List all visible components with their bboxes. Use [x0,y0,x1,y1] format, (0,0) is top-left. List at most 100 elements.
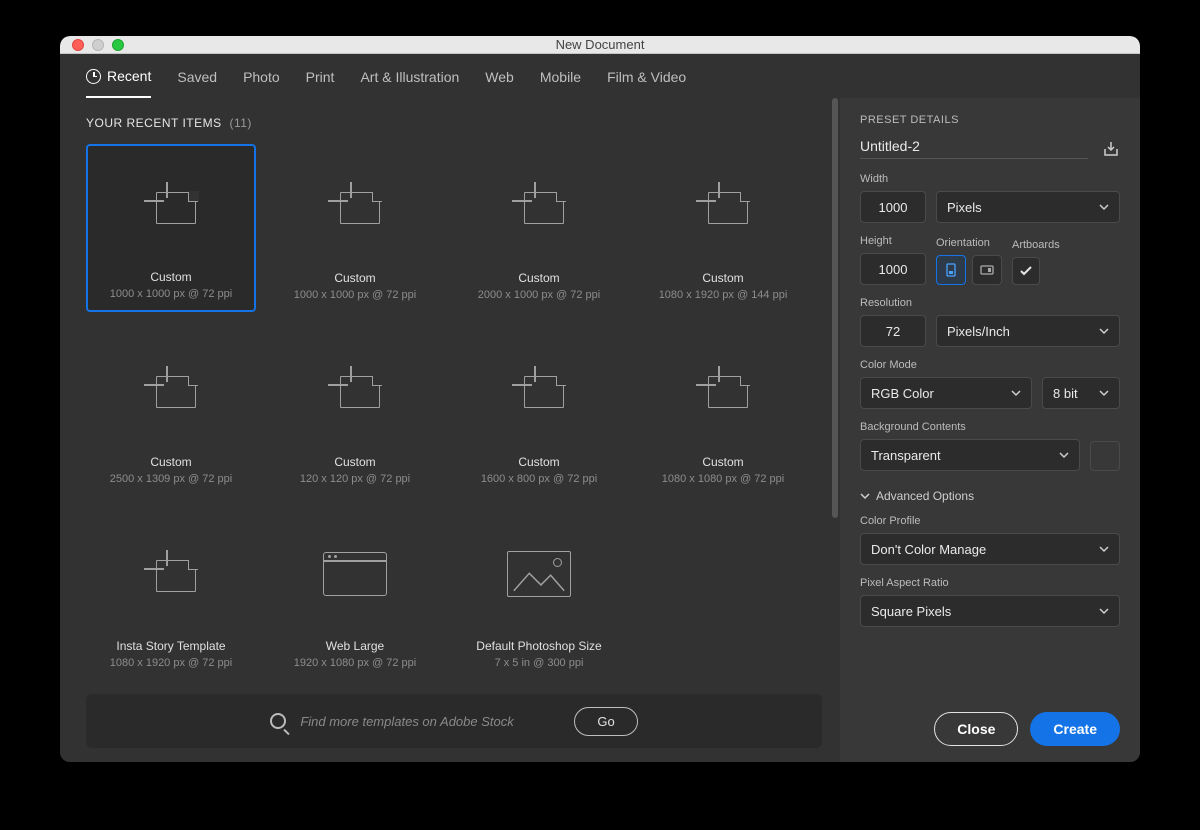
tab-label: Mobile [540,69,581,85]
new-document-window: New Document Recent Saved Photo Print Art & … [60,36,1140,762]
photo-icon [507,513,571,635]
tab-label: Film & Video [607,69,686,85]
preset-card-title: Custom [334,271,375,285]
width-label: Width [860,173,1120,185]
color-profile-select[interactable]: Don't Color Manage [860,533,1120,565]
tab-label: Saved [177,69,217,85]
chevron-down-icon [1011,388,1021,398]
preset-card-title: Custom [518,455,559,469]
preset-card-title: Custom [702,271,743,285]
preset-card[interactable]: Custom 1000 x 1000 px @ 72 ppi [270,144,440,312]
preset-card-title: Custom [518,271,559,285]
preset-card[interactable]: Custom120 x 120 px @ 72 ppi [270,328,440,496]
preset-card[interactable]: Insta Story Template1080 x 1920 px @ 72 … [86,512,256,680]
tab-label: Art & Illustration [360,69,459,85]
create-button[interactable]: Create [1030,712,1120,746]
preset-card-subtitle: 2500 x 1309 px @ 72 ppi [110,473,232,485]
page-icon [144,146,198,266]
preset-card-title: Default Photoshop Size [476,639,601,653]
artboards-label: Artboards [1012,239,1060,251]
stock-search-bar: Find more templates on Adobe Stock Go [86,694,822,748]
stock-search-input[interactable]: Find more templates on Adobe Stock [300,714,560,729]
tab-label: Print [306,69,335,85]
width-unit-select[interactable]: Pixels [936,191,1120,223]
tab-print[interactable]: Print [306,69,335,97]
page-icon [512,145,566,267]
preset-card[interactable]: Default Photoshop Size7 x 5 in @ 300 ppi [454,512,624,680]
width-unit-value: Pixels [947,200,982,215]
category-tabs: Recent Saved Photo Print Art & Illustration W… [60,54,1140,98]
width-input[interactable]: 1000 [860,191,926,223]
window-title: New Document [60,37,1140,52]
preset-card-subtitle: 120 x 120 px @ 72 ppi [300,473,410,485]
preset-details-heading: PRESET DETAILS [860,114,1120,126]
pixel-aspect-ratio-value: Square Pixels [871,604,951,619]
artboards-checkbox[interactable] [1012,257,1040,285]
resolution-unit-select[interactable]: Pixels/Inch [936,315,1120,347]
tab-label: Photo [243,69,280,85]
recent-heading-label: YOUR RECENT ITEMS [86,116,222,130]
preset-card[interactable]: Custom1000 x 1000 px @ 72 ppi [86,144,256,312]
go-button[interactable]: Go [574,707,637,736]
background-color-swatch[interactable] [1090,441,1120,471]
tab-art-illustration[interactable]: Art & Illustration [360,69,459,97]
clock-icon [86,69,101,84]
browser-icon [323,513,387,635]
preset-card-subtitle: 1000 x 1000 px @ 72 ppi [294,289,416,301]
tab-mobile[interactable]: Mobile [540,69,581,97]
preset-card[interactable]: Custom1600 x 800 px @ 72 ppi [454,328,624,496]
chevron-down-icon [1099,388,1109,398]
tab-photo[interactable]: Photo [243,69,280,97]
preset-card[interactable]: Web Large1920 x 1080 px @ 72 ppi [270,512,440,680]
page-icon [144,329,198,451]
color-profile-value: Don't Color Manage [871,542,986,557]
page-icon [512,329,566,451]
background-select[interactable]: Transparent [860,439,1080,471]
preset-card[interactable]: Custom 1080 x 1080 px @ 72 ppi [638,328,808,496]
chevron-down-icon [1099,544,1109,554]
tab-saved[interactable]: Saved [177,69,217,97]
preset-card-title: Web Large [326,639,384,653]
advanced-options-label: Advanced Options [876,489,974,503]
resolution-input[interactable]: 72 [860,315,926,347]
chevron-down-icon [1099,606,1109,616]
save-preset-icon[interactable] [1102,140,1120,158]
advanced-options-toggle[interactable]: Advanced Options [860,489,1120,503]
scrollbar[interactable] [832,98,838,518]
page-icon [328,145,382,267]
preset-grid: Custom1000 x 1000 px @ 72 ppiCustom1000 … [86,144,822,680]
preset-card-subtitle: 1080 x 1920 px @ 144 ppi [659,289,788,301]
preset-card[interactable]: Custom 2000 x 1000 px @ 72 ppi [454,144,624,312]
tab-film-video[interactable]: Film & Video [607,69,686,97]
tab-web[interactable]: Web [485,69,514,97]
color-mode-label: Color Mode [860,359,1120,371]
preset-card-subtitle: 1080 x 1080 px @ 72 ppi [662,473,784,485]
close-button[interactable]: Close [934,712,1018,746]
preset-card-title: Custom [150,270,191,284]
height-label: Height [860,235,926,247]
preset-card[interactable]: Custom 1080 x 1920 px @ 144 ppi [638,144,808,312]
tab-label: Recent [107,68,151,84]
preset-card[interactable]: Custom 2500 x 1309 px @ 72 ppi [86,328,256,496]
recent-count: (11) [229,116,251,130]
color-mode-select[interactable]: RGB Color [860,377,1032,409]
document-name-input[interactable]: Untitled-2 [860,138,1088,159]
orientation-landscape-button[interactable] [972,255,1002,285]
pixel-aspect-ratio-select[interactable]: Square Pixels [860,595,1120,627]
preset-card-subtitle: 1080 x 1920 px @ 72 ppi [110,657,232,669]
tab-recent[interactable]: Recent [86,68,151,98]
bit-depth-select[interactable]: 8 bit [1042,377,1120,409]
orientation-portrait-button[interactable] [936,255,966,285]
height-input[interactable]: 1000 [860,253,926,285]
chevron-down-icon [860,491,870,501]
recent-heading: YOUR RECENT ITEMS (11) [86,116,822,130]
chevron-down-icon [1099,202,1109,212]
preset-card-subtitle: 2000 x 1000 px @ 72 ppi [478,289,600,301]
page-icon [696,145,750,267]
search-icon [270,713,286,729]
chevron-down-icon [1059,450,1069,460]
page-icon [144,513,198,635]
preset-card-title: Custom [150,455,191,469]
resolution-label: Resolution [860,297,1120,309]
preset-card-title: Custom [702,455,743,469]
